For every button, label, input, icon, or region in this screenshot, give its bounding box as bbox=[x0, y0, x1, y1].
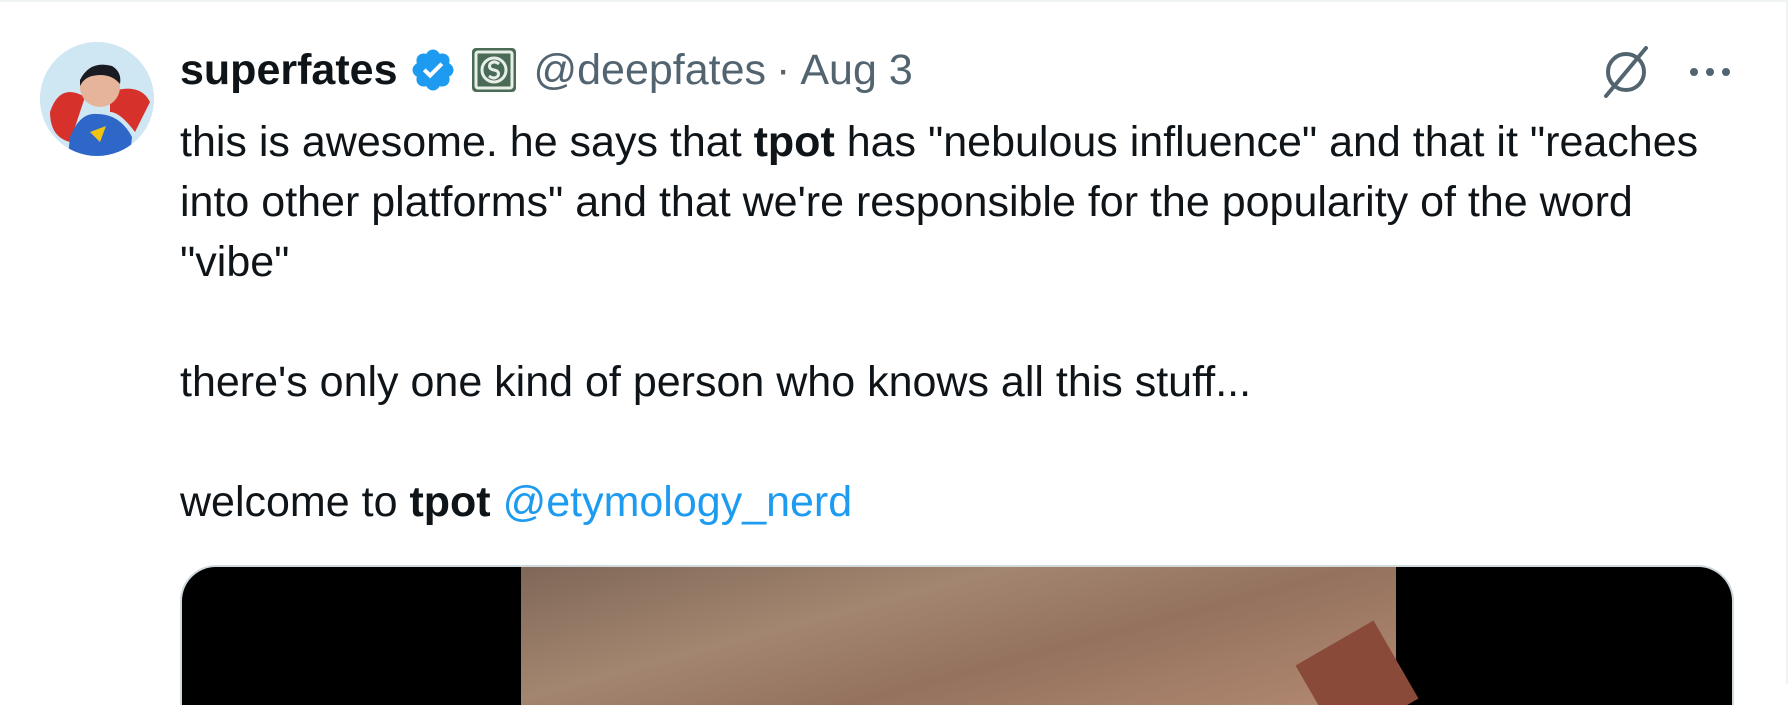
text-segment: welcome to bbox=[180, 478, 410, 526]
video-thumbnail[interactable] bbox=[521, 567, 1396, 705]
tweet-text: this is awesome. he says that tpot has "… bbox=[180, 112, 1740, 532]
author-handle[interactable]: @deepfates bbox=[533, 46, 766, 95]
tweet-header: superfates @deepfates · Aug 3 bbox=[180, 40, 913, 100]
text-segment: this is awesome. he says that bbox=[180, 118, 754, 166]
avatar-image bbox=[40, 42, 154, 156]
mention-link[interactable]: @etymology_nerd bbox=[503, 478, 853, 526]
verified-badge-icon[interactable] bbox=[409, 46, 457, 94]
tweet-card[interactable]: superfates @deepfates · Aug 3 this is aw… bbox=[0, 0, 1788, 705]
avatar[interactable] bbox=[40, 42, 154, 156]
tweet-paragraph-1: this is awesome. he says that tpot has "… bbox=[180, 112, 1740, 292]
separator-dot: · bbox=[776, 45, 791, 94]
tweet-paragraph-3: welcome to tpot @etymology_nerd bbox=[180, 472, 1740, 532]
media-attachment[interactable] bbox=[180, 565, 1734, 705]
bold-text: tpot bbox=[409, 478, 491, 526]
more-icon[interactable] bbox=[1680, 42, 1740, 102]
grok-icon[interactable] bbox=[1596, 42, 1656, 102]
tweet-paragraph-2: there's only one kind of person who know… bbox=[180, 358, 1252, 406]
bold-text: tpot bbox=[753, 118, 835, 166]
tweet-date[interactable]: Aug 3 bbox=[800, 46, 912, 95]
dollar-badge-icon[interactable] bbox=[471, 47, 517, 93]
display-name[interactable]: superfates bbox=[180, 46, 397, 95]
